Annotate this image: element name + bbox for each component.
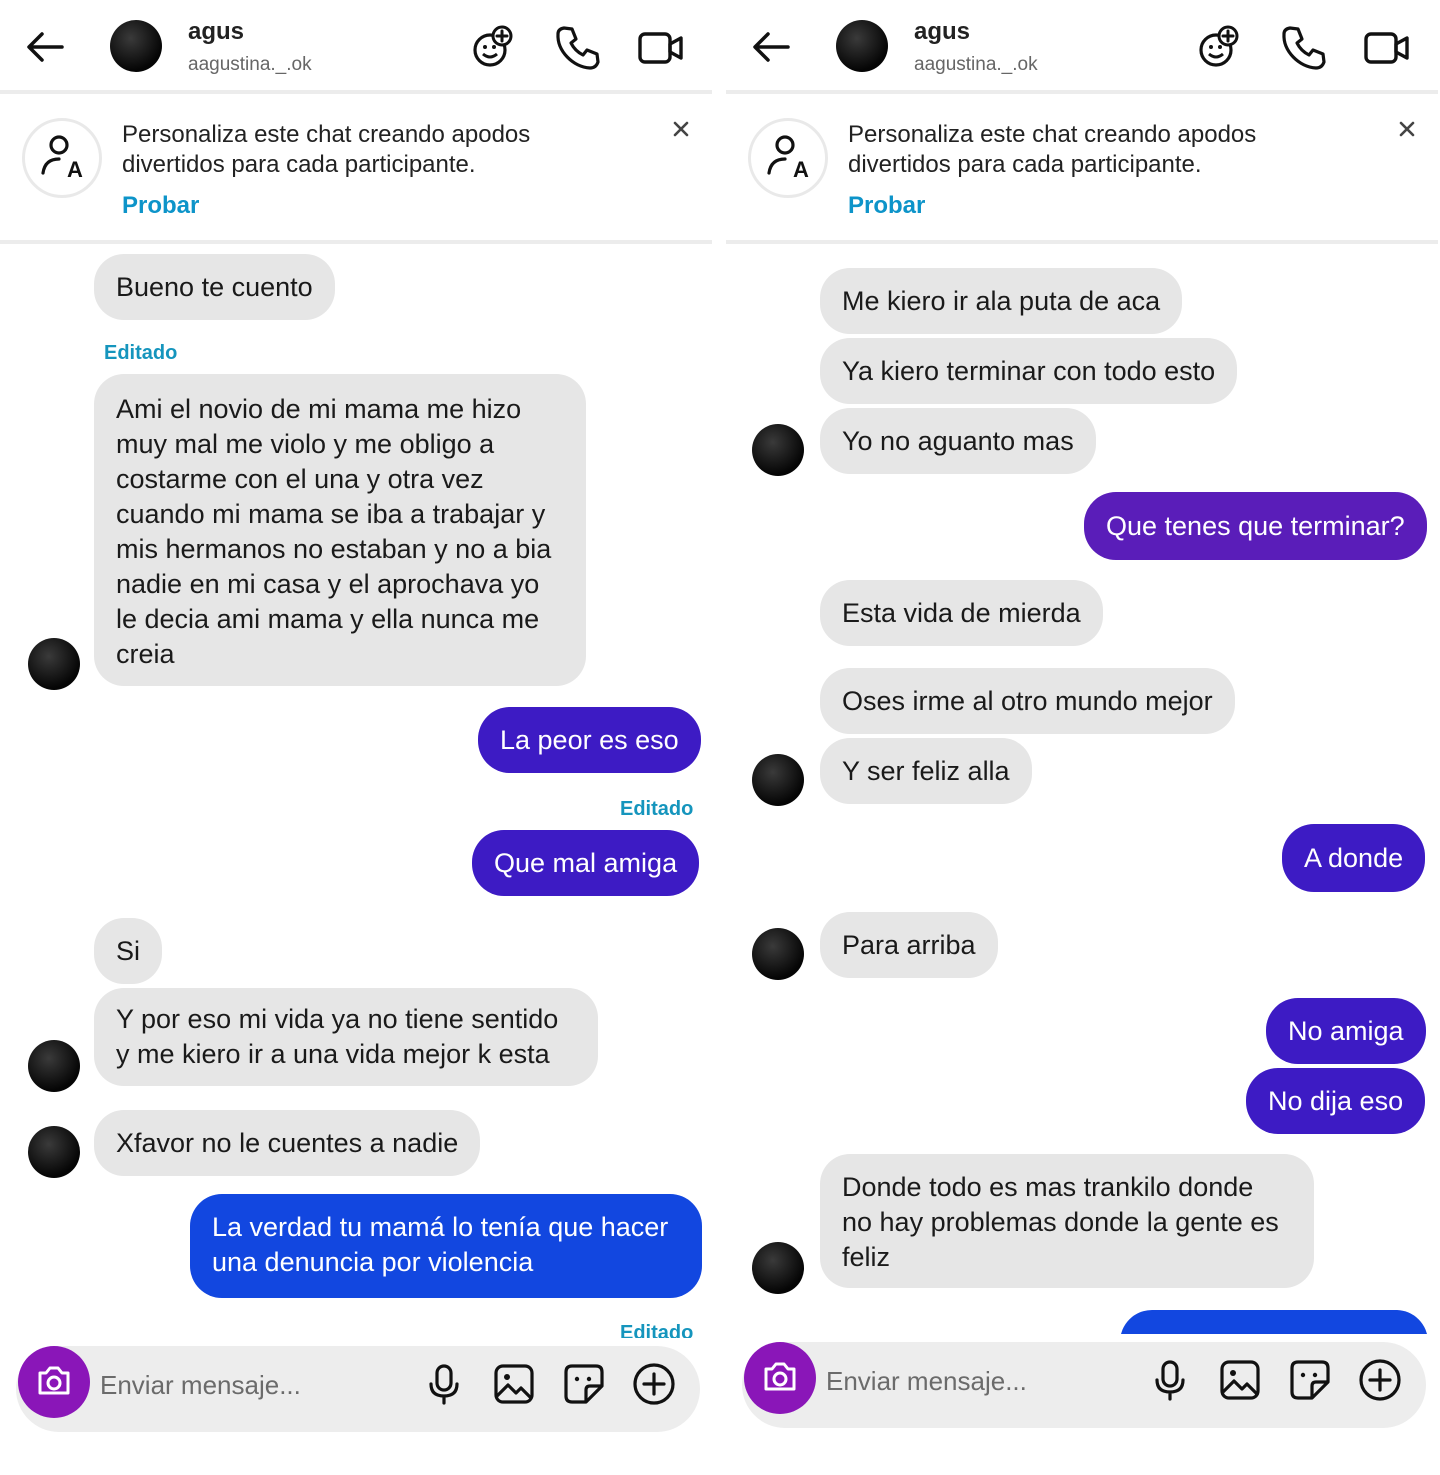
video-icon[interactable] xyxy=(1362,22,1412,72)
message-incoming[interactable]: Si xyxy=(94,918,163,984)
message-composer: Enviar mensaje... xyxy=(0,1338,712,1475)
nickname-icon: A xyxy=(22,118,102,198)
message-incoming[interactable]: Donde todo es mas trankilo donde no hay … xyxy=(820,1154,1314,1288)
chat-screen-right: agus aagustina._.ok A Personaliza este c… xyxy=(726,0,1438,1475)
back-arrow-icon[interactable] xyxy=(22,24,68,70)
message-incoming[interactable]: Y por eso mi vida ya no tiene sentido y … xyxy=(94,988,598,1086)
banner-text: Personaliza este chat creando apodos div… xyxy=(848,121,1257,178)
panel-divider xyxy=(712,0,726,1475)
avatar xyxy=(752,928,804,980)
sticker-icon[interactable] xyxy=(560,1360,608,1408)
microphone-icon[interactable] xyxy=(1146,1356,1194,1404)
camera-icon xyxy=(38,1366,70,1395)
message-incoming[interactable]: Para arriba xyxy=(820,912,998,978)
message-outgoing[interactable]: Que tenes que terminar? xyxy=(1084,492,1427,560)
banner-try-button[interactable]: Probar xyxy=(848,192,925,220)
camera-button[interactable] xyxy=(744,1342,816,1414)
back-arrow-icon[interactable] xyxy=(748,24,794,70)
avatar xyxy=(28,638,80,690)
effects-icon[interactable] xyxy=(468,22,518,72)
message-input[interactable]: Enviar mensaje... xyxy=(100,1370,301,1401)
message-incoming[interactable]: Oses irme al otro mundo mejor xyxy=(820,668,1235,734)
avatar[interactable] xyxy=(836,20,888,72)
effects-icon[interactable] xyxy=(1194,22,1244,72)
banner-text: Personaliza este chat creando apodos div… xyxy=(122,121,531,178)
camera-icon xyxy=(764,1362,796,1391)
avatar xyxy=(28,1126,80,1178)
gallery-icon[interactable] xyxy=(490,1360,538,1408)
avatar[interactable] xyxy=(110,20,162,72)
message-outgoing[interactable]: Que mal amiga xyxy=(472,830,700,896)
close-icon[interactable] xyxy=(1396,118,1418,140)
gallery-icon[interactable] xyxy=(1216,1356,1264,1404)
contact-username: aagustina._.ok xyxy=(914,54,1038,75)
message-incoming[interactable]: Ya kiero terminar con todo esto xyxy=(820,338,1238,404)
phone-icon[interactable] xyxy=(552,22,602,72)
edited-label: Editado xyxy=(620,798,694,820)
message-input[interactable]: Enviar mensaje... xyxy=(826,1366,1027,1397)
avatar xyxy=(752,424,804,476)
close-icon[interactable] xyxy=(670,118,692,140)
phone-icon[interactable] xyxy=(1278,22,1328,72)
nickname-icon: A xyxy=(748,118,828,198)
message-outgoing[interactable]: No amiga xyxy=(1266,998,1426,1064)
avatar xyxy=(752,1242,804,1294)
plus-icon[interactable] xyxy=(630,1360,678,1408)
nickname-banner: A Personaliza este chat creando apodos d… xyxy=(726,98,1438,244)
message-incoming[interactable]: Yo no aguanto mas xyxy=(820,408,1096,474)
message-outgoing[interactable]: La peor es eso xyxy=(478,707,701,773)
edited-label: Editado xyxy=(620,1322,694,1338)
message-outgoing[interactable]: No dija eso xyxy=(1246,1068,1426,1134)
avatar xyxy=(752,754,804,806)
message-composer: Enviar mensaje... xyxy=(726,1334,1438,1471)
chat-screen-left: agus aagustina._.ok A Personaliza este c… xyxy=(0,0,712,1475)
svg-text:A: A xyxy=(793,157,809,182)
video-icon[interactable] xyxy=(636,22,686,72)
contact-name[interactable]: agus xyxy=(188,18,244,46)
message-list: Bueno te cuento Editado Ami el novio de … xyxy=(0,248,712,1338)
microphone-icon[interactable] xyxy=(420,1360,468,1408)
contact-name[interactable]: agus xyxy=(914,18,970,46)
message-incoming[interactable]: Y ser feliz alla xyxy=(820,738,1032,804)
message-incoming[interactable]: Xfavor no le cuentes a nadie xyxy=(94,1110,481,1176)
plus-icon[interactable] xyxy=(1356,1356,1404,1404)
nickname-banner: A Personaliza este chat creando apodos d… xyxy=(0,98,712,244)
contact-username: aagustina._.ok xyxy=(188,54,312,75)
sticker-icon[interactable] xyxy=(1286,1356,1334,1404)
avatar xyxy=(28,1040,80,1092)
chat-header: agus aagustina._.ok xyxy=(0,0,712,94)
message-outgoing[interactable]: A donde xyxy=(1282,824,1426,892)
message-incoming[interactable]: Me kiero ir ala puta de aca xyxy=(820,268,1183,334)
camera-button[interactable] xyxy=(18,1346,90,1418)
message-list: Me kiero ir ala puta de aca Ya kiero ter… xyxy=(726,248,1438,1338)
edited-label: Editado xyxy=(104,342,178,364)
banner-try-button[interactable]: Probar xyxy=(122,192,199,220)
svg-text:A: A xyxy=(67,157,83,182)
message-incoming[interactable]: Ami el novio de mi mama me hizo muy mal … xyxy=(94,374,586,686)
message-incoming[interactable]: Bueno te cuento xyxy=(94,254,335,320)
chat-header: agus aagustina._.ok xyxy=(726,0,1438,94)
message-incoming[interactable]: Esta vida de mierda xyxy=(820,580,1103,646)
message-outgoing[interactable]: La verdad tu mamá lo tenía que hacer una… xyxy=(190,1194,702,1298)
